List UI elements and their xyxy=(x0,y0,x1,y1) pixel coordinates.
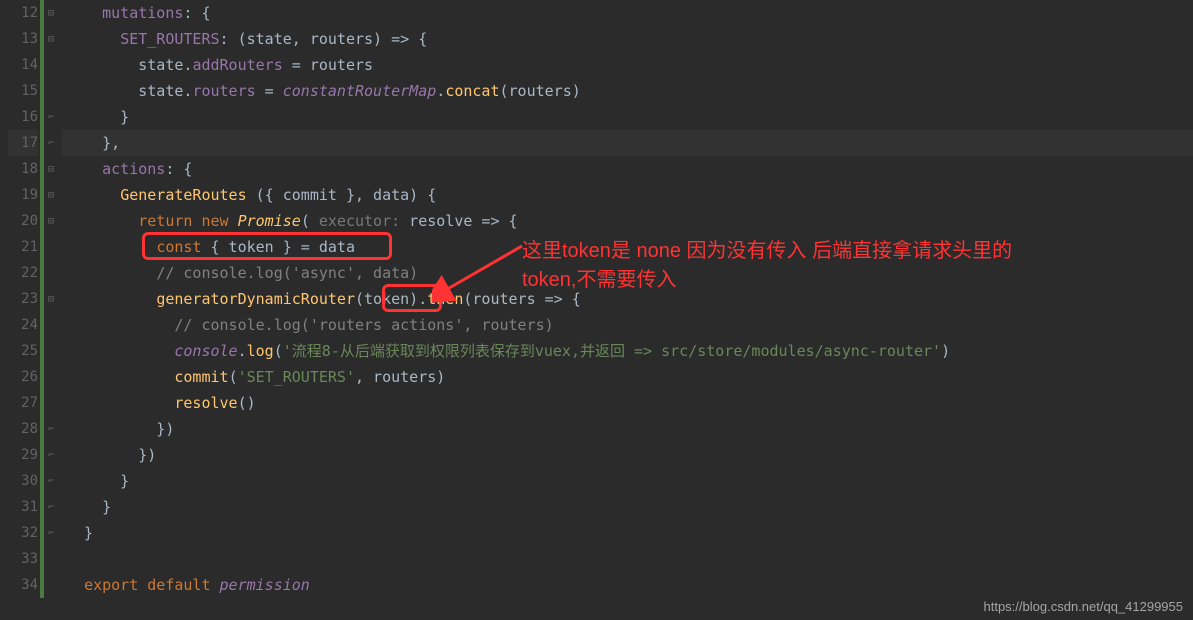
line-number: 20 xyxy=(8,208,38,234)
fold-end-icon[interactable]: ⌐ xyxy=(48,112,58,122)
line-number: 18 xyxy=(8,156,38,182)
code-line[interactable]: GenerateRoutes ({ commit }, data) { xyxy=(62,182,1193,208)
fold-end-icon[interactable]: ⌐ xyxy=(48,528,58,538)
line-number: 25 xyxy=(8,338,38,364)
code-line[interactable]: return new Promise( executor: resolve =>… xyxy=(62,208,1193,234)
line-number: 24 xyxy=(8,312,38,338)
code-line[interactable]: actions: { xyxy=(62,156,1193,182)
line-number: 17 xyxy=(8,130,38,156)
code-area[interactable]: mutations: { SET_ROUTERS: (state, router… xyxy=(62,0,1193,620)
fold-icon[interactable]: ⊟ xyxy=(48,294,58,304)
fold-icon[interactable]: ⊟ xyxy=(48,34,58,44)
line-number: 29 xyxy=(8,442,38,468)
code-line[interactable] xyxy=(62,546,1193,572)
line-number: 22 xyxy=(8,260,38,286)
line-number: 26 xyxy=(8,364,38,390)
code-line[interactable]: state.addRouters = routers xyxy=(62,52,1193,78)
line-number: 27 xyxy=(8,390,38,416)
code-line[interactable]: }) xyxy=(62,442,1193,468)
fold-gutter: ⊟ ⊟ ⌐ ⌐ ⊟ ⊟ ⊟ ⊟ ⌐ ⌐ ⌐ ⌐ ⌐ xyxy=(44,0,62,620)
code-editor[interactable]: 12 13 14 15 16 17 18 19 20 21 22 23 24 2… xyxy=(0,0,1193,620)
line-number-gutter: 12 13 14 15 16 17 18 19 20 21 22 23 24 2… xyxy=(8,0,40,620)
code-line[interactable]: } xyxy=(62,520,1193,546)
annotation-text: 这里token是 none 因为没有传入 后端直接拿请求头里的 token,不需… xyxy=(522,234,1012,292)
gutter-left xyxy=(0,0,8,620)
fold-icon[interactable]: ⊟ xyxy=(48,216,58,226)
fold-end-icon[interactable]: ⌐ xyxy=(48,138,58,148)
line-number: 16 xyxy=(8,104,38,130)
code-line[interactable]: mutations: { xyxy=(62,0,1193,26)
line-number: 34 xyxy=(8,572,38,598)
fold-end-icon[interactable]: ⌐ xyxy=(48,476,58,486)
code-line[interactable]: export default permission xyxy=(62,572,1193,598)
code-line[interactable]: } xyxy=(62,104,1193,130)
code-line[interactable]: SET_ROUTERS: (state, routers) => { xyxy=(62,26,1193,52)
fold-icon[interactable]: ⊟ xyxy=(48,8,58,18)
line-number: 21 xyxy=(8,234,38,260)
line-number: 23 xyxy=(8,286,38,312)
code-line[interactable]: } xyxy=(62,468,1193,494)
line-number: 30 xyxy=(8,468,38,494)
line-number: 15 xyxy=(8,78,38,104)
line-number: 19 xyxy=(8,182,38,208)
fold-end-icon[interactable]: ⌐ xyxy=(48,502,58,512)
code-line[interactable]: }) xyxy=(62,416,1193,442)
line-number: 33 xyxy=(8,546,38,572)
line-number: 13 xyxy=(8,26,38,52)
fold-end-icon[interactable]: ⌐ xyxy=(48,424,58,434)
code-line[interactable]: // console.log('routers actions', router… xyxy=(62,312,1193,338)
code-line[interactable]: state.routers = constantRouterMap.concat… xyxy=(62,78,1193,104)
code-line[interactable]: commit('SET_ROUTERS', routers) xyxy=(62,364,1193,390)
code-line[interactable]: } xyxy=(62,494,1193,520)
code-line[interactable]: console.log('流程8-从后端获取到权限列表保存到vuex,并返回 =… xyxy=(62,338,1193,364)
line-number: 32 xyxy=(8,520,38,546)
fold-icon[interactable]: ⊟ xyxy=(48,164,58,174)
line-number: 28 xyxy=(8,416,38,442)
code-line-current[interactable]: }, xyxy=(62,130,1193,156)
line-number: 14 xyxy=(8,52,38,78)
line-number: 12 xyxy=(8,0,38,26)
watermark-text: https://blog.csdn.net/qq_41299955 xyxy=(984,599,1184,614)
code-line[interactable]: resolve() xyxy=(62,390,1193,416)
fold-icon[interactable]: ⊟ xyxy=(48,190,58,200)
fold-end-icon[interactable]: ⌐ xyxy=(48,450,58,460)
line-number: 31 xyxy=(8,494,38,520)
